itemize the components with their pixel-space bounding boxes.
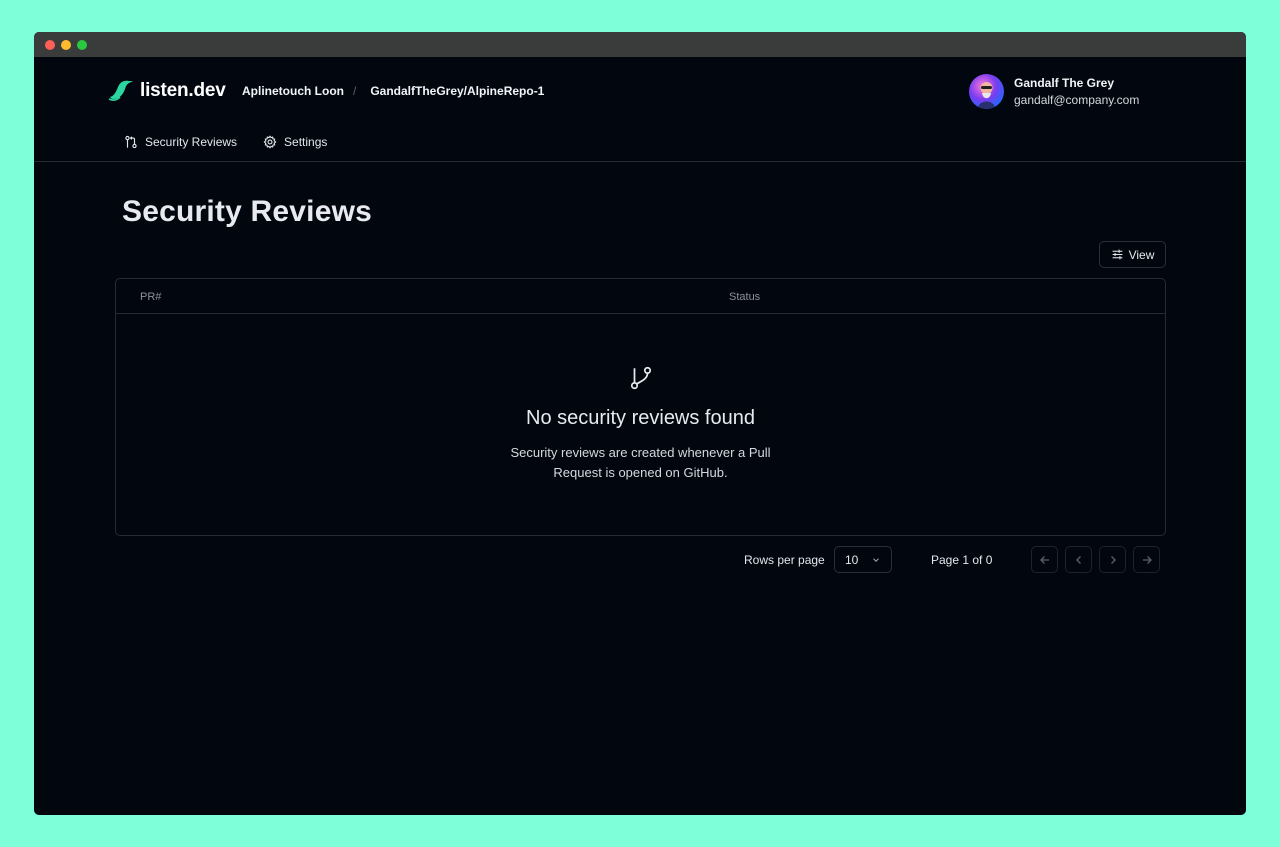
rows-per-page-select[interactable]: 10 xyxy=(834,546,892,573)
first-page-button[interactable] xyxy=(1031,546,1058,573)
user-menu[interactable]: Gandalf The Grey gandalf@company.com xyxy=(969,74,1139,109)
breadcrumb-separator: / xyxy=(352,84,357,98)
nav-item-label: Security Reviews xyxy=(145,135,238,149)
rows-per-page-value: 10 xyxy=(845,552,859,567)
view-options-button[interactable]: View xyxy=(1099,241,1166,268)
user-name: Gandalf The Grey xyxy=(1014,75,1115,90)
main-nav: Security Reviews Settings xyxy=(124,135,327,149)
logo-text: listen.dev xyxy=(140,80,226,101)
breadcrumb-org[interactable]: Aplinetouch Loon xyxy=(242,84,344,98)
next-page-button[interactable] xyxy=(1099,546,1126,573)
browser-window: listen.dev Aplinetouch Loon / GandalfThe… xyxy=(34,32,1246,815)
empty-state-title: No security reviews found xyxy=(526,407,755,429)
nav-item-label: Settings xyxy=(284,135,328,149)
chevron-down-icon xyxy=(873,557,879,562)
last-page-button[interactable] xyxy=(1133,546,1160,573)
breadcrumb: Aplinetouch Loon / GandalfTheGrey/Alpine… xyxy=(242,84,544,98)
git-branch-icon xyxy=(630,366,651,390)
user-email: gandalf@company.com xyxy=(1014,92,1140,107)
arrow-left-icon xyxy=(1039,555,1049,564)
column-header-pr[interactable]: PR# xyxy=(140,291,161,303)
app-header: listen.dev Aplinetouch Loon / GandalfThe… xyxy=(34,57,1246,162)
bird-logo-icon xyxy=(108,80,133,101)
page-title: Security Reviews xyxy=(122,195,372,228)
security-reviews-table: PR# Status No security reviews found Sec… xyxy=(115,278,1166,536)
previous-page-button[interactable] xyxy=(1065,546,1092,573)
minimize-window-button[interactable] xyxy=(61,40,71,50)
close-window-button[interactable] xyxy=(45,40,55,50)
window-titlebar xyxy=(34,32,1246,57)
sliders-icon xyxy=(1112,249,1122,260)
rows-per-page-label: Rows per page xyxy=(744,553,825,567)
maximize-window-button[interactable] xyxy=(77,40,87,50)
pagination: Rows per page 10 Page 1 of 0 xyxy=(34,546,1246,573)
table-header: PR# Status xyxy=(116,279,1165,314)
nav-item-security-reviews[interactable]: Security Reviews xyxy=(124,135,237,149)
user-info: Gandalf The Grey gandalf@company.com xyxy=(1014,75,1139,109)
column-header-status[interactable]: Status xyxy=(729,291,760,303)
nav-item-settings[interactable]: Settings xyxy=(263,135,327,149)
git-pull-request-icon xyxy=(125,135,137,149)
view-button-label: View xyxy=(1128,247,1155,262)
app-logo[interactable]: listen.dev xyxy=(108,79,226,103)
empty-state-description: Security reviews are created whenever a … xyxy=(510,445,771,480)
chevron-left-icon xyxy=(1075,555,1081,564)
avatar[interactable] xyxy=(969,74,1004,109)
empty-state: No security reviews found Security revie… xyxy=(116,365,1165,483)
page-info: Page 1 of 0 xyxy=(931,553,993,567)
gear-icon xyxy=(263,135,277,149)
chevron-right-icon xyxy=(1110,555,1116,564)
breadcrumb-repo[interactable]: GandalfTheGrey/AlpineRepo-1 xyxy=(370,84,544,98)
user-avatar-icon xyxy=(969,74,1004,109)
arrow-right-icon xyxy=(1142,555,1152,564)
